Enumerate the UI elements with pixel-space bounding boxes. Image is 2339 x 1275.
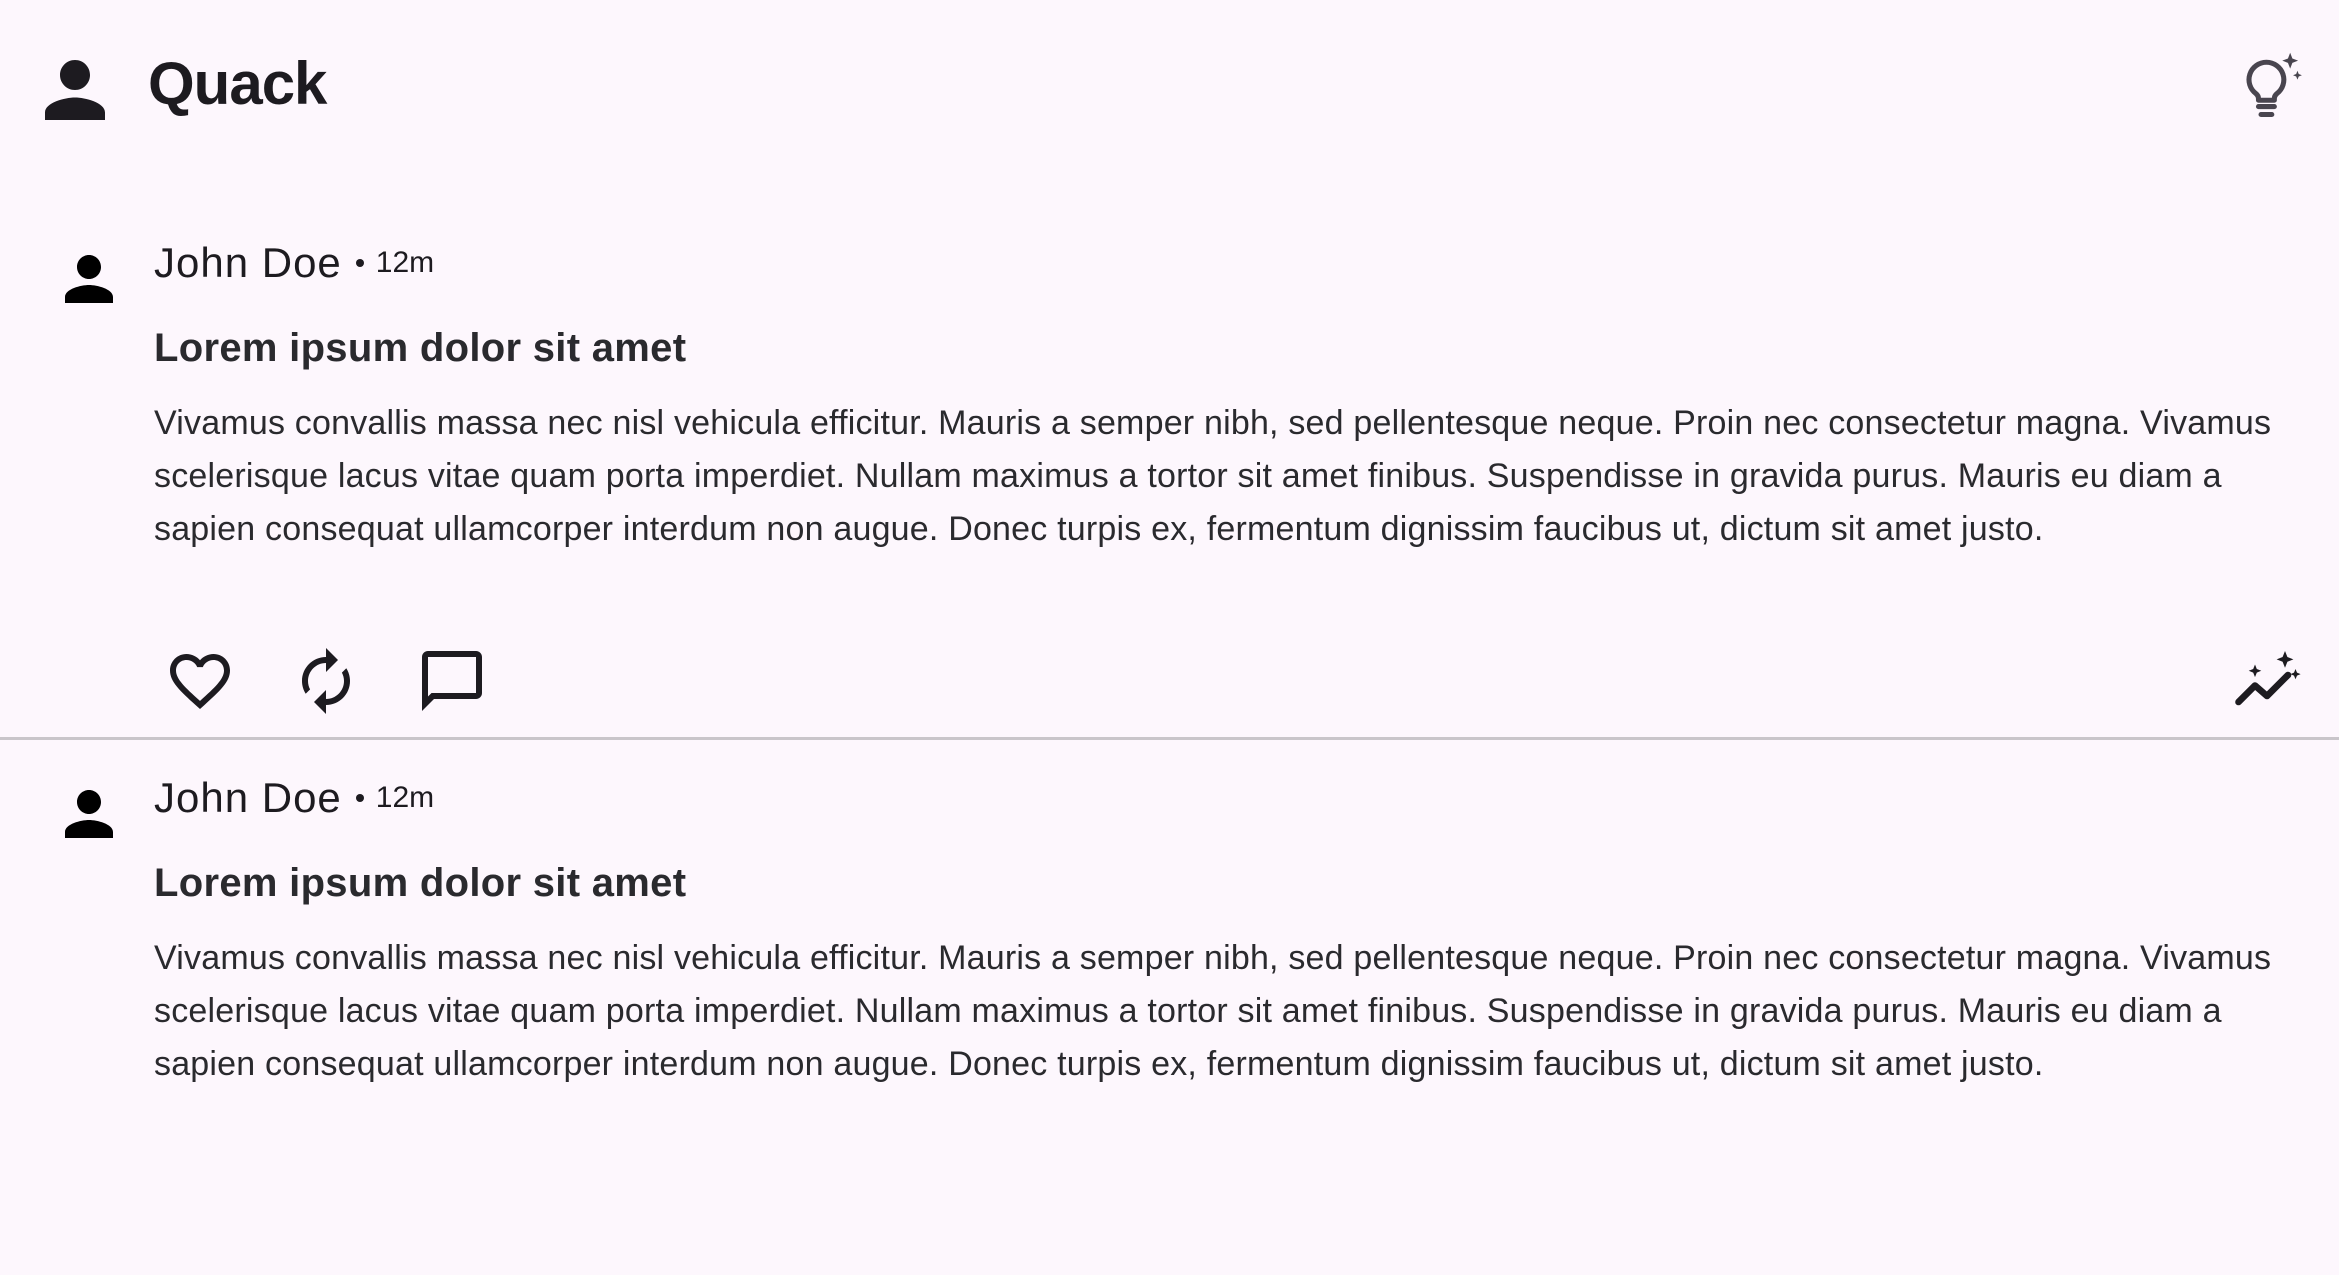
comment-icon[interactable]	[416, 645, 488, 717]
post-body: Vivamus convallis massa nec nisl vehicul…	[154, 939, 2272, 1083]
post-actions	[0, 645, 2339, 725]
post-feed: John Doe 12m Lorem ipsum dolor sit amet V…	[0, 205, 2339, 1275]
post-timestamp: 12m	[375, 246, 435, 279]
post-card[interactable]: John Doe 12m Lorem ipsum dolor sit amet V…	[0, 740, 2339, 1275]
separator-dot	[355, 259, 364, 267]
app-bar: Quack	[0, 0, 2339, 170]
heart-icon[interactable]	[164, 645, 236, 717]
lightbulb-sparkle-icon[interactable]	[2230, 48, 2306, 124]
app-title: Quack	[148, 50, 327, 117]
post-title: Lorem ipsum dolor sit amet	[154, 326, 687, 370]
post-title: Lorem ipsum dolor sit amet	[154, 861, 687, 905]
post-body: Vivamus convallis massa nec nisl vehicul…	[154, 404, 2272, 548]
post-card[interactable]: John Doe 12m Lorem ipsum dolor sit amet V…	[0, 205, 2339, 740]
post-header: John Doe 12m	[154, 770, 434, 826]
post-header: John Doe 12m	[154, 235, 434, 291]
author-name[interactable]: John Doe	[154, 239, 342, 286]
repost-icon[interactable]	[290, 645, 362, 717]
person-icon[interactable]	[53, 778, 125, 850]
trending-sparkle-icon[interactable]	[2231, 645, 2303, 717]
person-icon[interactable]	[30, 45, 120, 135]
post-timestamp: 12m	[375, 781, 435, 814]
author-name[interactable]: John Doe	[154, 774, 342, 821]
separator-dot	[355, 794, 364, 802]
person-icon[interactable]	[53, 243, 125, 315]
